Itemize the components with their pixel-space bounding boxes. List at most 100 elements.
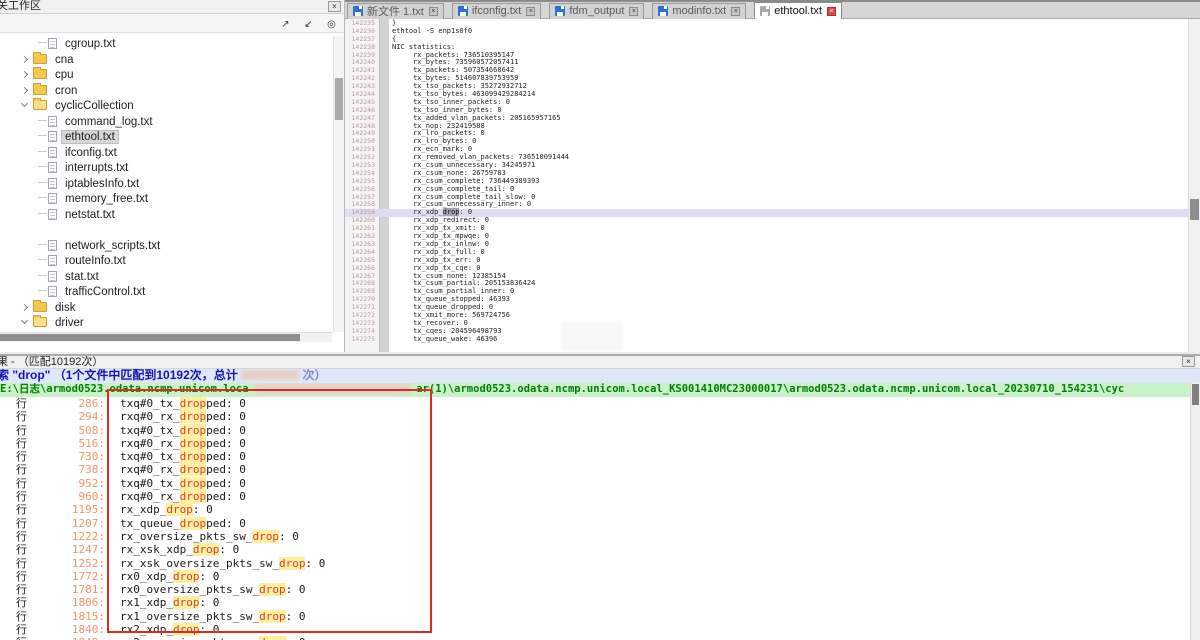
chevron-right-icon[interactable] xyxy=(21,55,28,62)
tab-fdm_output[interactable]: fdm_output× xyxy=(549,3,644,20)
result-row-text: txq#0_tx_dropped: 0 xyxy=(120,397,246,410)
tree-connector-line xyxy=(38,290,47,291)
tab-label: 新文件 1.txt xyxy=(367,3,424,19)
result-row[interactable]: 行730:txq#0_tx_dropped: 0 xyxy=(0,450,1190,463)
tree-item-cna[interactable]: cna xyxy=(0,53,332,69)
expand-all-icon[interactable]: ↗ xyxy=(277,17,294,32)
tree-item-label: cna xyxy=(52,54,77,66)
tree-item-iptablesInfo-txt[interactable]: iptablesInfo.txt xyxy=(0,177,332,193)
tab-close-icon[interactable]: × xyxy=(429,7,438,16)
editor-text[interactable]: 142235}142236ethtool -S enp1s0f0142237{1… xyxy=(345,20,1188,344)
result-row[interactable]: 行1195:rx_xdp_drop: 0 xyxy=(0,503,1190,516)
chevron-right-icon[interactable] xyxy=(21,71,28,78)
match-highlight: drop xyxy=(180,424,207,437)
chevron-down-icon[interactable] xyxy=(21,100,28,107)
results-close-icon[interactable]: × xyxy=(1182,356,1195,367)
result-row[interactable]: 行1781:rx0_oversize_pkts_sw_drop: 0 xyxy=(0,583,1190,596)
workspace-toolbar: ↗ ↙ ◎ xyxy=(0,14,344,33)
collapse-all-icon[interactable]: ↙ xyxy=(300,17,317,32)
tab--1-txt[interactable]: 新文件 1.txt × xyxy=(347,3,444,20)
result-row[interactable]: 行1840:rx2_xdp_drop: 0 xyxy=(0,623,1190,636)
tree-item-cyclicCollection[interactable]: cyclicCollection xyxy=(0,99,332,115)
tree-item-stat-txt[interactable]: stat.txt xyxy=(0,270,332,286)
match-highlight: drop xyxy=(173,623,200,636)
tree-item-ifconfig-txt[interactable]: ifconfig.txt xyxy=(0,146,332,162)
editor-body[interactable]: 142235}142236ethtool -S enp1s0f0142237{1… xyxy=(345,19,1200,352)
editor-line: 142272 tx_xmit_more: 569724756 xyxy=(345,312,1188,320)
tree-item-cron[interactable]: cron xyxy=(0,84,332,100)
result-row-text: rx_xdp_drop: 0 xyxy=(120,503,213,516)
tree-item-command_log-txt[interactable]: command_log.txt xyxy=(0,115,332,131)
chevron-down-icon[interactable] xyxy=(21,317,28,324)
result-row[interactable]: 行1207:tx_queue_dropped: 0 xyxy=(0,517,1190,530)
tab-close-icon[interactable]: × xyxy=(827,7,836,16)
match-highlight: drop xyxy=(180,517,207,530)
tree-item-network_scripts-txt[interactable]: network_scripts.txt xyxy=(0,239,332,255)
results-vertical-scrollbar[interactable] xyxy=(1190,382,1200,640)
tree-item-ethtool-txt[interactable]: ethtool.txt xyxy=(0,130,332,146)
result-row-line-label: 行 xyxy=(16,584,27,597)
result-row[interactable]: 行960:rxq#0_rx_dropped: 0 xyxy=(0,490,1190,503)
result-row[interactable]: 行1772:rx0_xdp_drop: 0 xyxy=(0,570,1190,583)
editor-vertical-scrollbar-thumb[interactable] xyxy=(1190,199,1199,220)
result-row[interactable]: 行952:txq#0_tx_dropped: 0 xyxy=(0,477,1190,490)
match-highlight: drop xyxy=(443,208,460,216)
tree-item-memory_free-txt[interactable]: memory_free.txt xyxy=(0,192,332,208)
tab-close-icon[interactable]: × xyxy=(731,7,740,16)
tree-item-label: interrupts.txt xyxy=(62,162,131,174)
tree-item-label: trafficControl.txt xyxy=(62,286,148,298)
match-highlight: drop xyxy=(180,463,207,476)
result-row[interactable]: 行1247:rx_xsk_xdp_drop: 0 xyxy=(0,543,1190,556)
result-row[interactable]: 行1252:rx_xsk_oversize_pkts_sw_drop: 0 xyxy=(0,557,1190,570)
tree-item-routeInfo-txt[interactable]: routeInfo.txt xyxy=(0,254,332,270)
result-row[interactable]: 行1849:rx2_oversize_pkts_sw_drop: 0 xyxy=(0,636,1190,640)
tab-close-icon[interactable]: × xyxy=(526,7,535,16)
line-text: tx_queue_stopped: 46393 xyxy=(392,295,510,303)
tab-modinfo-txt[interactable]: modinfo.txt× xyxy=(652,3,746,20)
line-text: rx_xdp_tx_inlnw: 0 xyxy=(392,240,489,248)
chevron-right-icon[interactable] xyxy=(21,303,28,310)
result-row[interactable]: 行738:rxq#0_rx_dropped: 0 xyxy=(0,463,1190,476)
tree-item-label: network_scripts.txt xyxy=(62,240,163,252)
tree-item-interrupts-txt[interactable]: interrupts.txt xyxy=(0,161,332,177)
tab-ifconfig-txt[interactable]: ifconfig.txt× xyxy=(452,3,542,20)
tab-ethtool-txt[interactable]: ethtool.txt× xyxy=(754,2,842,20)
search-file-path-line[interactable]: E:\日志\armod0523.odata.ncmp.unicom.loca a… xyxy=(0,383,1200,397)
tree-horizontal-scrollbar[interactable] xyxy=(0,332,332,342)
result-row[interactable]: 行294:rxq#0_rx_dropped: 0 xyxy=(0,410,1190,423)
result-row-text: rx1_oversize_pkts_sw_drop: 0 xyxy=(120,610,305,623)
folder-icon xyxy=(33,100,47,110)
folder-icon xyxy=(33,85,47,95)
result-row[interactable]: 行1806:rx1_xdp_drop: 0 xyxy=(0,596,1190,609)
result-row[interactable]: 行508:txq#0_tx_dropped: 0 xyxy=(0,424,1190,437)
file-icon xyxy=(48,162,57,173)
tree-item-disk[interactable]: disk xyxy=(0,301,332,317)
result-row-line-number: 1195: xyxy=(27,503,105,516)
tree-item-driver[interactable]: driver xyxy=(0,316,332,332)
result-row[interactable]: 行286:txq#0_tx_dropped: 0 xyxy=(0,397,1190,410)
tree-horizontal-scrollbar-thumb[interactable] xyxy=(0,334,300,341)
tree-vertical-scrollbar[interactable] xyxy=(333,36,344,332)
match-highlight: drop xyxy=(279,557,306,570)
tree-item-label: driver xyxy=(52,317,87,329)
file-path-prefix: E:\日志\armod0523.odata.ncmp.unicom.loca xyxy=(0,383,249,395)
chevron-right-icon[interactable] xyxy=(21,86,28,93)
tree-item-label: netstat.txt xyxy=(62,209,118,221)
results-vertical-scrollbar-thumb[interactable] xyxy=(1192,384,1199,405)
line-text: NIC statistics: xyxy=(392,43,455,51)
tree-item-trafficControl-txt[interactable]: trafficControl.txt xyxy=(0,285,332,301)
result-row[interactable]: 行1222:rx_oversize_pkts_sw_drop: 0 xyxy=(0,530,1190,543)
line-text: tx_queue_dropped: 0 xyxy=(392,303,493,311)
editor-vertical-scrollbar[interactable] xyxy=(1188,19,1200,352)
tree-item-cgroup-txt[interactable]: cgroup.txt xyxy=(0,37,332,53)
locate-file-icon[interactable]: ◎ xyxy=(323,17,340,32)
result-row-line-number: 1840: xyxy=(27,623,105,636)
result-row[interactable]: 行516:rxq#0_rx_dropped: 0 xyxy=(0,437,1190,450)
tree-item-netstat-txt[interactable]: netstat.txt xyxy=(0,208,332,224)
tab-close-icon[interactable]: × xyxy=(629,7,638,16)
workspace-close-icon[interactable]: × xyxy=(328,1,341,12)
line-text: tx_tso_packets: 35272932712 xyxy=(392,82,527,90)
tree-item-cpu[interactable]: cpu xyxy=(0,68,332,84)
result-row[interactable]: 行1815:rx1_oversize_pkts_sw_drop: 0 xyxy=(0,610,1190,623)
tree-vertical-scrollbar-thumb[interactable] xyxy=(335,78,343,120)
